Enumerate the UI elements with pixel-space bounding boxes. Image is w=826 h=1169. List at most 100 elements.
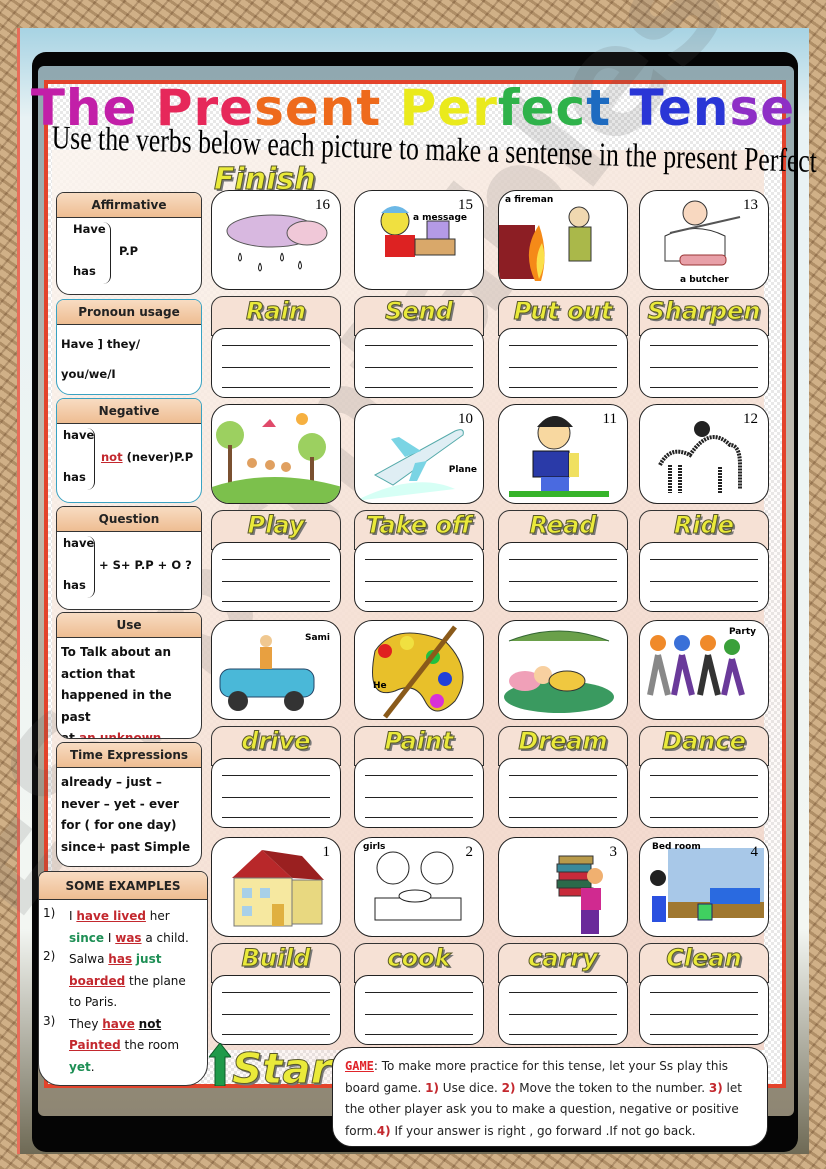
square-number: 1 [322, 844, 331, 860]
pronoun-line: Have ] they/ you/we/I [61, 337, 141, 381]
writing-line[interactable] [650, 559, 758, 560]
board-square-7: He [354, 620, 484, 720]
square-number: 12 [743, 411, 758, 427]
writing-line[interactable] [222, 817, 330, 818]
writing-line[interactable] [509, 387, 617, 388]
writing-line[interactable] [509, 1034, 617, 1035]
writing-line[interactable] [509, 345, 617, 346]
writing-line[interactable] [509, 797, 617, 798]
writing-line[interactable] [222, 1034, 330, 1035]
writing-line[interactable] [365, 992, 473, 993]
writing-line[interactable] [650, 775, 758, 776]
verb-label: Dream [518, 727, 608, 756]
writing-line[interactable] [509, 559, 617, 560]
verb-label: Build [241, 944, 311, 973]
answer-box[interactable] [498, 328, 628, 398]
time-expression: already – just – [61, 775, 162, 789]
writing-line[interactable] [650, 345, 758, 346]
answer-box[interactable] [639, 975, 769, 1045]
writing-line[interactable] [222, 559, 330, 560]
answer-box[interactable] [211, 758, 341, 828]
verb-label: Clean [666, 944, 742, 973]
answer-box[interactable] [498, 758, 628, 828]
writing-line[interactable] [365, 367, 473, 368]
board-square-14: a fireman [498, 190, 628, 290]
writing-line[interactable] [222, 387, 330, 388]
writing-line[interactable] [650, 387, 758, 388]
picture-caption: Party [728, 627, 756, 637]
writing-line[interactable] [365, 345, 473, 346]
writing-line[interactable] [365, 1034, 473, 1035]
writing-line[interactable] [650, 817, 758, 818]
answer-box[interactable] [498, 542, 628, 612]
board-square-5: Party [639, 620, 769, 720]
verb-label: Paint [384, 727, 454, 756]
answer-box[interactable] [211, 328, 341, 398]
panel-heading: Pronoun usage [57, 300, 201, 325]
writing-line[interactable] [365, 797, 473, 798]
game-label: GAME [345, 1059, 374, 1073]
aux-has: has [63, 578, 86, 592]
formula: not (never)P.P [101, 450, 194, 464]
answer-box[interactable] [639, 758, 769, 828]
answer-box[interactable] [211, 975, 341, 1045]
writing-line[interactable] [222, 601, 330, 602]
writing-line[interactable] [222, 1014, 330, 1015]
writing-line[interactable] [509, 367, 617, 368]
answer-box[interactable] [354, 328, 484, 398]
answer-box[interactable] [354, 542, 484, 612]
writing-line[interactable] [509, 601, 617, 602]
picture-caption: a butcher [680, 275, 729, 285]
board-square-8: Sami [211, 620, 341, 720]
answer-box[interactable] [639, 542, 769, 612]
answer-box[interactable] [354, 758, 484, 828]
writing-line[interactable] [222, 581, 330, 582]
writing-line[interactable] [365, 387, 473, 388]
writing-line[interactable] [365, 601, 473, 602]
writing-line[interactable] [222, 775, 330, 776]
writing-line[interactable] [650, 1034, 758, 1035]
writing-line[interactable] [222, 992, 330, 993]
writing-line[interactable] [365, 817, 473, 818]
examples-panel: SOME EXAMPLES 1) I have lived her since … [38, 871, 208, 1086]
writing-line[interactable] [650, 367, 758, 368]
aux-has: has [63, 470, 86, 484]
negative-panel: Negative have has not (never)P.P [56, 398, 202, 503]
title-segment: se [729, 79, 796, 137]
writing-line[interactable] [650, 1014, 758, 1015]
verb-label: Sharpen [647, 297, 761, 326]
kids-park-icon [212, 413, 340, 503]
board-square-16: 16 [211, 190, 341, 290]
time-expressions-panel: Time Expressions already – just – never … [56, 742, 202, 867]
use-panel: Use To Talk about an action that happene… [56, 612, 202, 739]
writing-line[interactable] [650, 601, 758, 602]
answer-box[interactable] [354, 975, 484, 1045]
writing-line[interactable] [222, 345, 330, 346]
panel-heading: SOME EXAMPLES [39, 872, 207, 900]
answer-box[interactable] [211, 542, 341, 612]
writing-line[interactable] [365, 581, 473, 582]
writing-line[interactable] [365, 559, 473, 560]
writing-line[interactable] [365, 1014, 473, 1015]
writing-line[interactable] [650, 797, 758, 798]
answer-box[interactable] [498, 975, 628, 1045]
writing-line[interactable] [650, 581, 758, 582]
square-number: 15 [458, 197, 473, 213]
writing-line[interactable] [509, 992, 617, 993]
title-segment: Ten [629, 79, 730, 137]
writing-line[interactable] [509, 581, 617, 582]
writing-line[interactable] [365, 775, 473, 776]
answer-box[interactable] [639, 328, 769, 398]
writing-line[interactable] [650, 992, 758, 993]
writing-line[interactable] [509, 817, 617, 818]
panel-heading: Negative [57, 399, 201, 424]
writing-line[interactable] [222, 797, 330, 798]
board-square-6 [498, 620, 628, 720]
use-text: at an unknown time. [61, 731, 162, 739]
time-expression: for ( for one day) [61, 818, 177, 832]
example-item: 3) They have not Painted the room yet. [43, 1013, 180, 1074]
picture-caption: a fireman [505, 195, 554, 205]
writing-line[interactable] [509, 775, 617, 776]
writing-line[interactable] [222, 367, 330, 368]
writing-line[interactable] [509, 1014, 617, 1015]
